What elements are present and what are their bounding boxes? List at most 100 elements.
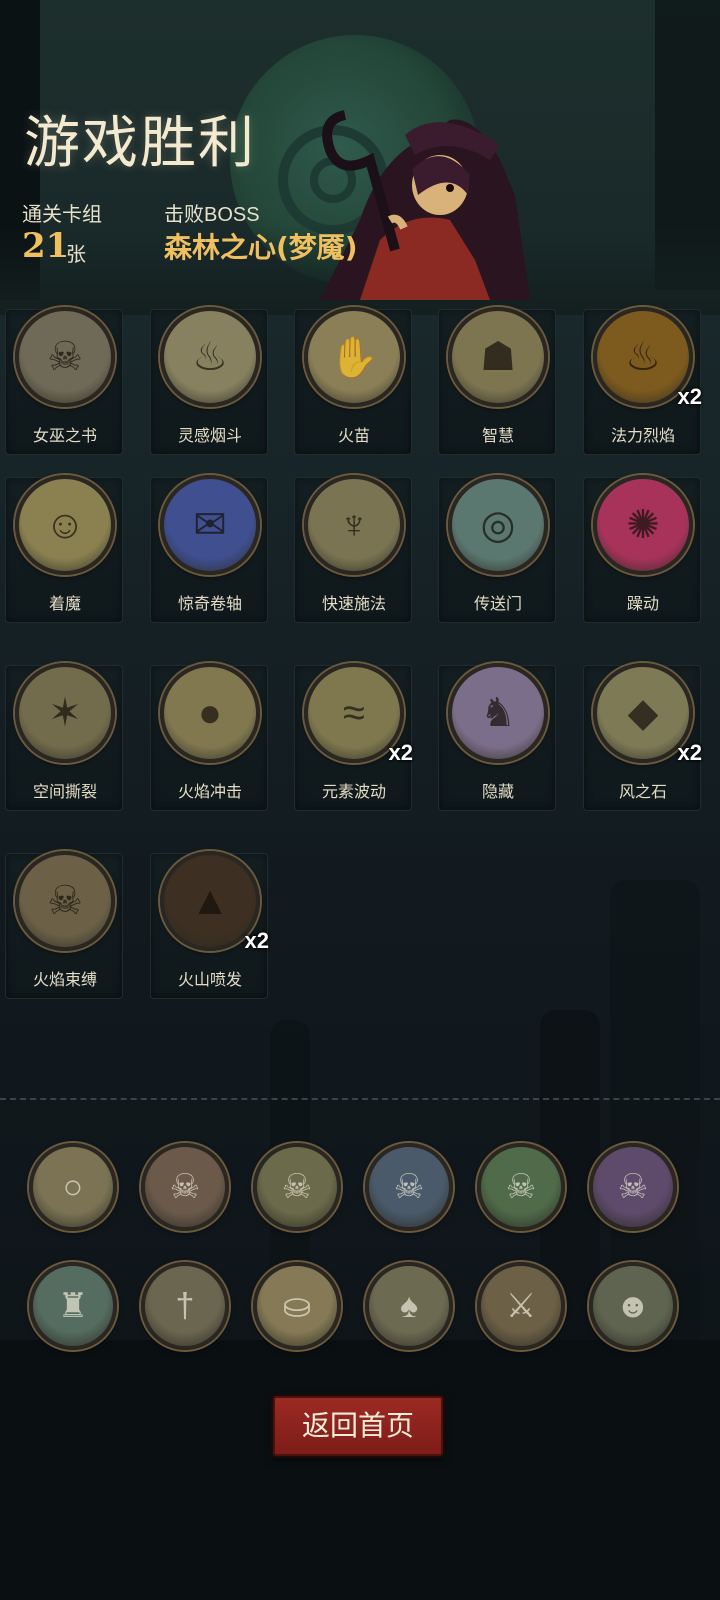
possessed-man-icon: ☺ [44,502,86,547]
card-art: ✋ [304,307,404,407]
deck-card[interactable]: ✺ 躁动 [583,475,701,623]
yellow-flame-skull-icon: ☠ [281,1168,313,1206]
relic-item[interactable]: ☠ [589,1143,677,1231]
card-art: ☠ [15,307,115,407]
card-name: 智慧 [481,428,514,445]
card-name: 躁动 [626,596,659,613]
relic-item[interactable]: ☠ [365,1143,453,1231]
card-name: 火焰束缚 [32,972,97,989]
card-art: ♆ [304,475,404,575]
deck-card[interactable]: ≈ 元素波动 x2 [294,663,413,811]
wind-stone-icon: ◆ [627,691,659,735]
card-art: ✶ [15,663,115,763]
relic-item[interactable]: ♜ [29,1262,117,1350]
hooded-skeleton-icon: ☠ [47,879,83,923]
deck-card[interactable]: ☗ 智慧 [438,307,556,455]
card-name: 着魔 [48,596,81,613]
card-art: ✺ [593,475,693,575]
boss-label: 击败BOSS [164,204,260,226]
card-art: ● [160,663,260,763]
card-name: 火焰冲击 [177,784,242,801]
hiding-imp-icon: ♞ [480,691,516,735]
deck-card[interactable]: ◎ 传送门 [438,475,556,623]
deck-card[interactable]: ♞ 隐藏 [438,663,556,811]
deck-card[interactable]: ♨ 灵感烟斗 [150,307,268,455]
green-flame-skull-icon: ☠ [505,1168,537,1206]
deck-card[interactable]: ☠ 火焰束缚 [5,851,123,999]
deck-card[interactable]: ● 火焰冲击 [150,663,268,811]
card-name: 灵感烟斗 [177,428,242,445]
portal-icon: ◎ [480,503,516,547]
relic-item[interactable]: ○ [29,1143,117,1231]
cloak-icon: ♜ [57,1287,89,1325]
fireball-icon: ● [197,690,223,735]
relic-item[interactable]: † [141,1262,229,1350]
fire-hand-icon: ✋ [329,335,379,380]
elemental-wave-icon: ≈ [343,690,365,735]
card-art: ◎ [448,475,548,575]
section-divider [0,1098,720,1100]
frenzy-icon: ✺ [626,503,660,547]
playing-cards-icon: ♠ [399,1286,419,1325]
witch-boss-illustration [320,110,530,300]
relic-item[interactable]: ⛀ [253,1262,341,1350]
scroll-icon: ✉ [193,503,227,547]
card-count-badge: x2 [388,740,413,765]
relic-item[interactable]: ☠ [141,1143,229,1231]
gold-coins-icon: ⛀ [282,1287,312,1325]
card-name: 元素波动 [321,784,386,801]
deck-card[interactable]: ✶ 空间撕裂 [5,663,123,811]
card-name: 快速施法 [321,596,386,613]
warrior-icon: ⚔ [505,1287,537,1325]
card-art: ♞ [448,663,548,763]
deck-count: 21 [22,226,70,266]
deck-card[interactable]: ✉ 惊奇卷轴 [150,475,268,623]
wizard-icon: ♆ [339,502,369,547]
relic-item[interactable]: ⚔ [477,1262,565,1350]
deck-card[interactable]: ☺ 着魔 [5,475,123,623]
card-art: ☺ [15,475,115,575]
space-rift-icon: ✶ [48,691,82,735]
scholar-icon: ☗ [480,335,516,379]
card-count-badge: x2 [677,384,702,409]
ogre-ghost-icon: ☻ [615,1286,651,1325]
red-flame-skull-icon: ☠ [169,1168,201,1206]
deck-card[interactable]: ◆ 风之石 x2 [583,663,702,811]
blue-flame-skull-icon: ☠ [393,1168,425,1206]
card-name: 法力烈焰 [610,428,675,445]
card-art: ✉ [160,475,260,575]
card-name: 火山喷发 [177,972,242,989]
purple-flame-skull-icon: ☠ [617,1168,649,1206]
card-count-badge: x2 [677,740,702,765]
relic-item[interactable]: ♠ [365,1262,453,1350]
boss-name: 森林之心(梦魇) [164,231,358,264]
card-count-badge: x2 [244,928,269,953]
ground-silhouette [0,1340,720,1600]
card-name: 风之石 [618,784,667,801]
card-name: 隐藏 [481,784,514,801]
card-art: ☠ [15,851,115,951]
smoking-pipe-icon: ♨ [192,335,228,379]
return-home-button[interactable]: 返回首页 [273,1396,443,1456]
volcano-icon: ▲ [190,878,230,923]
deck-card[interactable]: ♨ 法力烈焰 x2 [583,307,702,455]
deck-label: 通关卡组 [22,204,102,226]
deck-card[interactable]: ▲ 火山喷发 x2 [150,851,269,999]
card-name: 惊奇卷轴 [177,596,242,613]
card-name: 传送门 [473,596,522,613]
victory-title: 游戏胜利 [24,111,256,176]
magnifier-icon: ○ [62,1167,84,1206]
deck-unit: 张 [66,244,86,266]
deck-card[interactable]: ☠ 女巫之书 [5,307,123,455]
relic-item[interactable]: ☻ [589,1262,677,1350]
card-name: 女巫之书 [32,428,97,445]
card-art: ♨ [160,307,260,407]
deck-card[interactable]: ✋ 火苗 [294,307,412,455]
card-name: 火苗 [337,428,370,445]
deck-card[interactable]: ♆ 快速施法 [294,475,412,623]
card-art: ☗ [448,307,548,407]
skull-book-icon: ☠ [47,335,83,379]
relic-item[interactable]: ☠ [477,1143,565,1231]
dagger-icon: † [175,1286,195,1325]
relic-item[interactable]: ☠ [253,1143,341,1231]
